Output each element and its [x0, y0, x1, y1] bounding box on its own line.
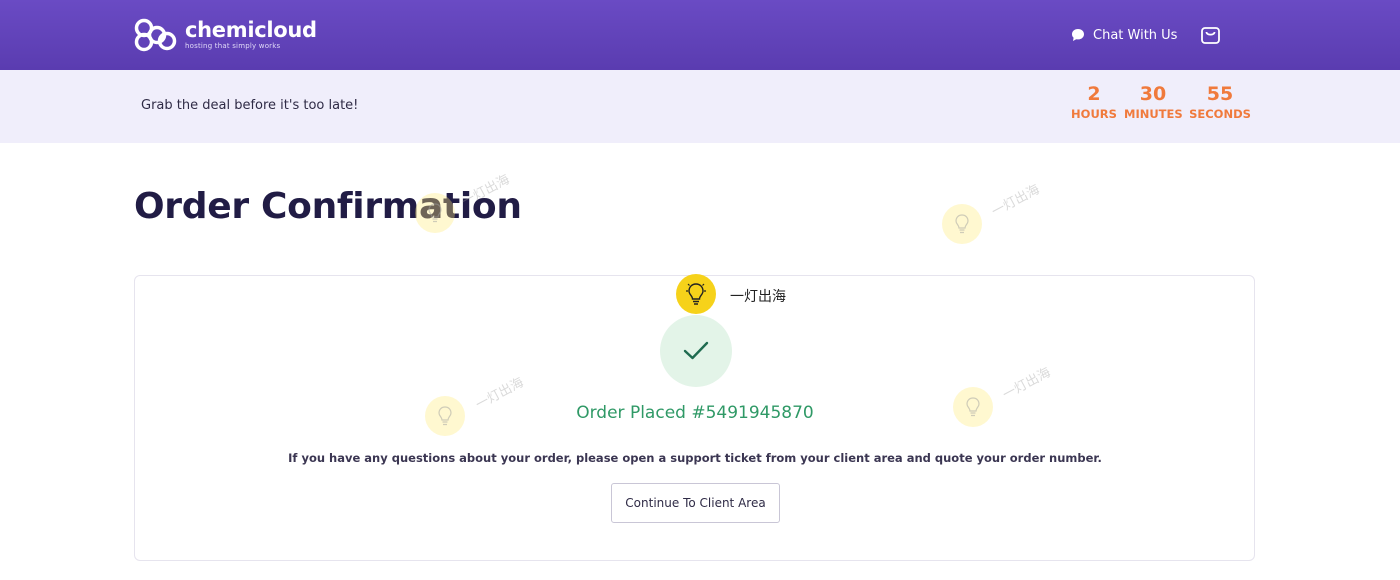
chat-with-us-link[interactable]: Chat With Us [1071, 24, 1177, 46]
countdown-hours-value: 2 [1087, 83, 1101, 105]
support-help-text: If you have any questions about your ord… [288, 451, 1102, 465]
watermark-text: 一灯出海 [989, 182, 1043, 220]
site-header: chemicloud hosting that simply works Cha… [0, 0, 1400, 70]
success-status [660, 315, 732, 387]
order-placed-message: Order Placed #5491945870 [576, 403, 814, 423]
shopping-bag-icon [1201, 27, 1220, 44]
promo-message: Grab the deal before it's too late! [141, 98, 359, 113]
countdown-seconds-label: SECONDS [1189, 107, 1251, 121]
countdown-minutes: 30 MINUTES [1124, 83, 1183, 121]
chemicloud-logo[interactable]: chemicloud hosting that simply works [133, 15, 317, 55]
countdown-hours-label: HOURS [1071, 107, 1117, 121]
chat-label: Chat With Us [1093, 27, 1178, 43]
chemicloud-logo-icon [134, 18, 177, 52]
countdown-seconds-value: 55 [1206, 83, 1234, 105]
countdown-minutes-value: 30 [1139, 83, 1167, 105]
chat-bubble-icon [1072, 29, 1084, 41]
promo-banner: Grab the deal before it's too late! 2 HO… [0, 70, 1400, 143]
watermark-lightbulb-icon [953, 387, 993, 427]
logo-name: chemicloud [185, 18, 317, 42]
watermark-badge-text: 一灯出海 [730, 289, 786, 305]
countdown-minutes-label: MINUTES [1124, 107, 1183, 121]
countdown-seconds: 55 SECONDS [1188, 83, 1252, 121]
continue-to-client-area-button[interactable]: Continue To Client Area [611, 483, 780, 523]
cart-button[interactable] [1200, 23, 1221, 49]
logo-tagline: hosting that simply works [185, 42, 281, 50]
watermark-lightbulb-icon [425, 396, 465, 436]
watermark-lightbulb-icon [942, 204, 982, 244]
watermark-lightbulb-icon [415, 193, 455, 233]
checkmark-icon [683, 341, 709, 360]
watermark-badge-lightbulb-icon [676, 274, 716, 314]
countdown-hours: 2 HOURS [1071, 83, 1117, 121]
